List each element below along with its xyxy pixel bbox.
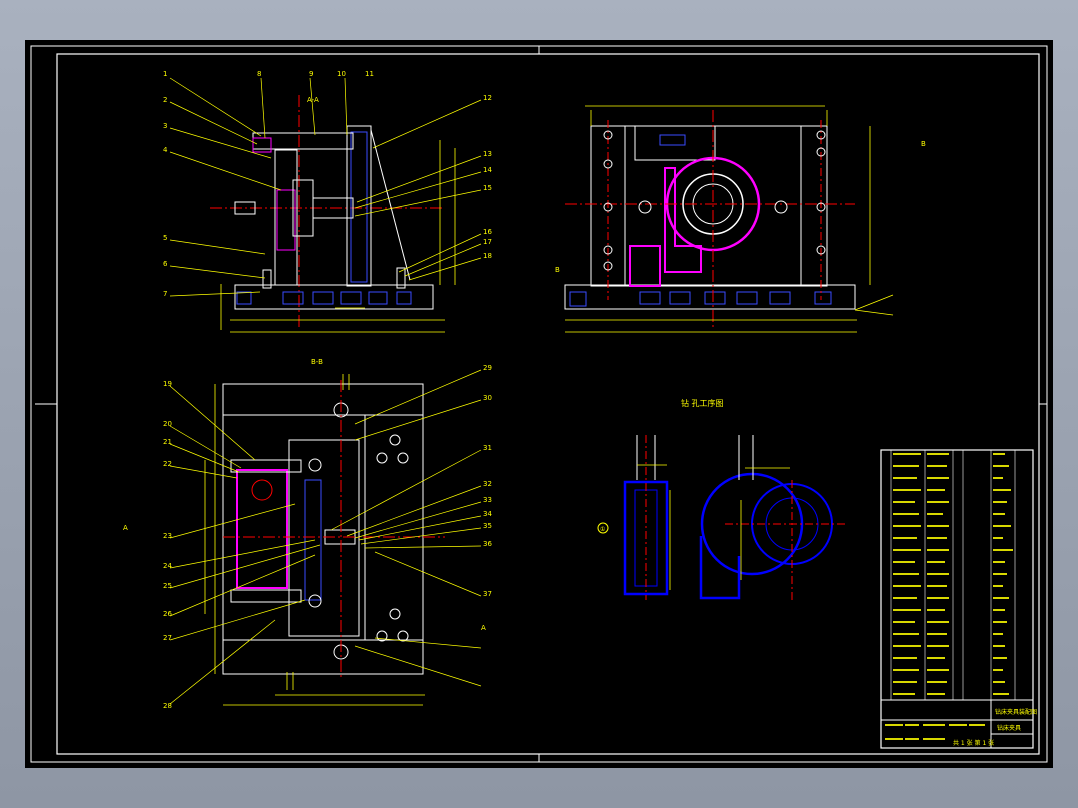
balloon: 3 (163, 122, 167, 130)
process-title: 钻 孔工序图 (681, 398, 724, 408)
balloon: 22 (163, 460, 172, 468)
side-view[interactable]: B B (555, 105, 926, 333)
balloon: 1 (163, 70, 167, 78)
balloon: 36 (483, 540, 492, 548)
balloon: 35 (483, 522, 492, 530)
balloon: 16 (483, 228, 492, 236)
workpiece-foot (629, 245, 661, 287)
balloon: 17 (483, 238, 492, 246)
balloon: 30 (483, 394, 492, 402)
base-plate (234, 284, 434, 310)
upright-plan (288, 439, 360, 637)
balloon: 11 (365, 70, 374, 78)
balloon: 31 (483, 444, 492, 452)
clamp-bottom (230, 589, 302, 603)
drawing-subtitle: 钻床夹具 (997, 724, 1021, 732)
view-marker: B (555, 266, 560, 274)
base-outline (222, 383, 424, 675)
title-block[interactable]: 钻床夹具装配图 钻床夹具 共 1 张 第 1 张 (880, 449, 1037, 749)
balloon: 14 (483, 166, 492, 174)
balloon: 6 (163, 260, 168, 268)
balloon: 13 (483, 150, 492, 158)
sheet-count: 共 1 张 第 1 张 (953, 739, 994, 747)
balloon: 32 (483, 480, 492, 488)
balloon: 29 (483, 364, 492, 372)
drill-plate (252, 132, 354, 150)
inner-border (56, 53, 1040, 755)
balloon: 25 (163, 582, 172, 590)
balloon: 7 (163, 290, 167, 298)
plate-hatch (304, 479, 322, 601)
balloon: 23 (163, 532, 172, 540)
balloon: 26 (163, 610, 172, 618)
balloon: 5 (163, 234, 167, 242)
balloon: 34 (483, 510, 492, 518)
view-marker: A (481, 624, 486, 632)
bushing (659, 134, 686, 146)
balloon: 28 (163, 702, 172, 710)
front-section-view[interactable]: 1 2 3 4 5 6 7 8 9 10 11 12 13 14 15 16 1 (163, 70, 492, 333)
column (274, 149, 298, 286)
plan-section-view[interactable]: 19 20 21 22 23 24 25 26 27 28 29 30 31 3… (123, 358, 492, 710)
balloon: 19 (163, 380, 172, 388)
balloon: 8 (257, 70, 261, 78)
outer-border (30, 45, 1048, 763)
cad-viewport[interactable]: 1 2 3 4 5 6 7 8 9 10 11 12 13 14 15 16 1 (0, 0, 1078, 808)
drill-bushing (252, 137, 272, 153)
rib (370, 129, 411, 281)
drawing-name: 钻床夹具装配图 (995, 708, 1037, 716)
process-drawing[interactable]: 钻 孔工序图 ① (597, 398, 845, 600)
view-marker: B (921, 140, 926, 148)
balloon: 33 (483, 496, 492, 504)
balloon: 24 (163, 562, 172, 570)
section-label: A-A (307, 96, 319, 104)
datum-marker: ① (600, 526, 605, 533)
balloon: 9 (309, 70, 313, 78)
balloon: 20 (163, 420, 172, 428)
view-marker: A (123, 524, 128, 532)
workpiece-hole (251, 479, 273, 501)
balloon: 4 (163, 146, 168, 154)
balloon: 27 (163, 634, 172, 642)
drawing-sheet[interactable]: 1 2 3 4 5 6 7 8 9 10 11 12 13 14 15 16 1 (25, 40, 1053, 768)
side-block (364, 414, 424, 641)
balloon: 37 (483, 590, 492, 598)
drill-plate (634, 125, 716, 161)
balloon: 21 (163, 438, 172, 446)
upright-plate (590, 125, 828, 287)
balloon: 18 (483, 252, 492, 260)
balloon: 2 (163, 96, 167, 104)
cad-drawing-canvas[interactable]: 1 2 3 4 5 6 7 8 9 10 11 12 13 14 15 16 1 (25, 40, 1053, 768)
balloon: 12 (483, 94, 492, 102)
balloon: 15 (483, 184, 492, 192)
section-label: B-B (311, 358, 323, 366)
balloon: 10 (337, 70, 346, 78)
workpiece-section (276, 189, 296, 251)
